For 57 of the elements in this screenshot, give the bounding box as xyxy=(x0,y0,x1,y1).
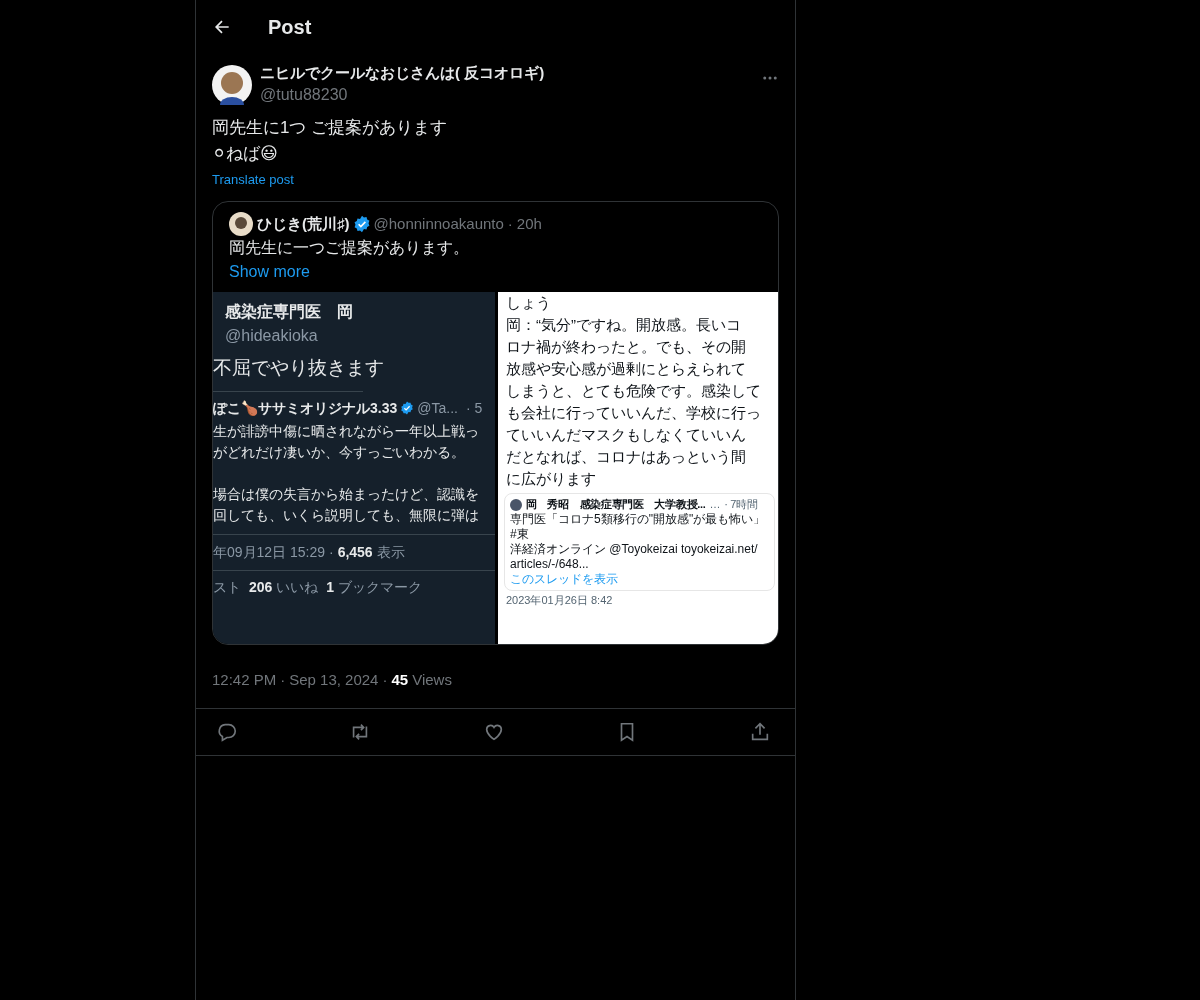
stat-count: 1 xyxy=(326,577,335,597)
stat-count: 206 xyxy=(249,577,273,597)
view-count: 45 xyxy=(391,670,409,690)
separator-dot: · xyxy=(382,670,388,690)
stat-label: いいね xyxy=(276,577,319,597)
screenshot-text: 放感や安心感が過剰にとらえられて xyxy=(506,359,747,379)
screenshot-text: しょう xyxy=(506,293,552,313)
views-label: Views xyxy=(412,670,452,690)
card-text: articles/-/648... xyxy=(510,557,590,572)
screenshot-author-name: 感染症専門医 岡 xyxy=(225,302,354,322)
quote-author-name: ひじき(荒川♯) xyxy=(257,213,350,234)
stat-label: スト xyxy=(213,577,241,597)
quoted-text: 回しても、いくら説明しても、無限に弾は xyxy=(213,505,480,525)
quoted-author-name: ぽこ🍗ササミオリジナル3.33 xyxy=(213,398,398,418)
quote-text: 岡先生に一つご提案があります。 xyxy=(229,238,470,258)
screenshot-date: 2023年01月26日 8:42 xyxy=(506,593,614,608)
card-text: 専門医「コロナ5類移行の"開放感"が最も怖い」#東 xyxy=(510,512,767,542)
share-icon xyxy=(749,720,771,743)
author-handle[interactable]: @tutu88230 xyxy=(260,83,753,107)
screenshot-author-handle: @hideakioka xyxy=(225,326,319,346)
post-text: 岡先生に1つ ご提案があります xyxy=(212,117,449,139)
show-more-link[interactable]: Show more xyxy=(229,260,310,284)
screenshot-text: に広がります xyxy=(506,469,597,489)
quoted-text: 場合は僕の失言から始まったけど、認識を xyxy=(213,484,480,504)
quoted-time: · 5 xyxy=(465,398,483,418)
translate-link[interactable]: Translate post xyxy=(212,170,294,190)
view-count: 6,456 xyxy=(337,542,373,562)
avatar xyxy=(510,498,522,511)
stat-label: ブックマーク xyxy=(338,577,423,597)
screenshot-text: 岡：“気分”ですね。開放感。長いコ xyxy=(506,315,742,335)
post-text: ⚪ねば😃 xyxy=(212,143,279,165)
share-button[interactable] xyxy=(749,720,771,743)
screenshot-text: も会社に行っていいんだ、学校に行っ xyxy=(506,403,762,423)
avatar[interactable] xyxy=(212,65,252,105)
screenshot-text: ロナ禍が終わったと。でも、その開 xyxy=(506,337,747,357)
separator-dot: · xyxy=(507,213,513,234)
author-name[interactable]: ニヒルでクールなおじさんは( 反コオロギ) xyxy=(260,63,753,83)
quote-author-handle: @honninnoakaunto xyxy=(373,213,504,234)
timestamp: Sep 13, 2024 xyxy=(289,670,379,690)
timestamp: 12:42 PM xyxy=(212,670,277,690)
views-label: 表示 xyxy=(376,542,405,562)
card-author-name: 岡 秀昭 感染症専門医 大学教授... xyxy=(526,497,706,512)
screenshot-text: ていいんだマスクもしなくていいん xyxy=(506,425,747,445)
quoted-text: がどれだけ凄いか、今すっごいわかる。 xyxy=(213,442,466,462)
avatar xyxy=(229,212,253,236)
quoted-author-handle: @Ta... xyxy=(417,398,458,418)
quote-time: 20h xyxy=(516,213,542,234)
screenshot-text: だとなれば、コロナはあっという間 xyxy=(506,447,747,467)
screenshot-text: しまうと、とても危険です。感染して xyxy=(506,381,762,401)
card-time: · 7時間 xyxy=(724,497,758,512)
screenshot-date: 年09月12日 15:29 · xyxy=(213,542,334,562)
page-title: Post xyxy=(268,14,312,40)
card-text: 洋経済オンライン @Toyokeizai toyokeizai.net/ xyxy=(510,542,759,557)
screenshot-text: 不屈でやり抜きます xyxy=(213,356,385,380)
ellipsis: … xyxy=(709,497,721,512)
quoted-text: 生が誹謗中傷に晒されながら一年以上戦っ xyxy=(213,421,480,441)
separator-dot: · xyxy=(280,670,286,690)
